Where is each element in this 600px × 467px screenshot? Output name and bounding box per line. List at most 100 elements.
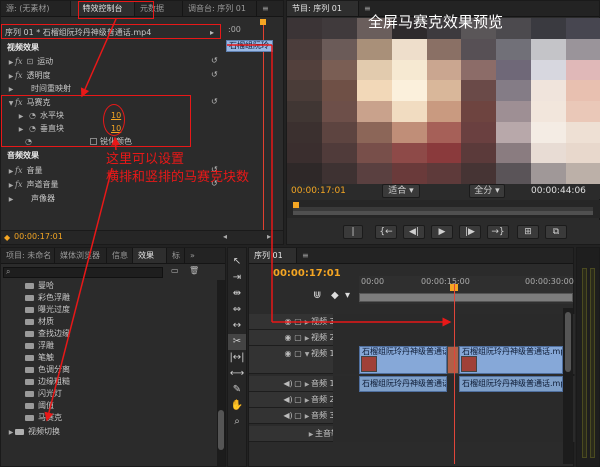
- fit-dropdown[interactable]: 适合 ▾: [382, 184, 420, 198]
- expand-triangle-icon[interactable]: ▶: [303, 315, 311, 331]
- tabs-overflow-icon[interactable]: »: [185, 248, 200, 263]
- effects-search-input[interactable]: ⌕: [3, 267, 163, 278]
- eye-icon[interactable]: ◉: [283, 314, 293, 330]
- track-master[interactable]: ▶ 主音轨: [249, 426, 339, 443]
- panel-menu-icon[interactable]: ≡: [297, 248, 314, 263]
- track-video-3[interactable]: ◉ ▢ ▶ 视频 3: [249, 314, 335, 331]
- expand-triangle-icon[interactable]: ▶: [7, 194, 15, 205]
- list-item[interactable]: 边缘粗糙: [25, 376, 70, 387]
- expand-triangle-icon[interactable]: ▶: [303, 377, 311, 393]
- slide-tool-icon[interactable]: ⟷: [228, 366, 246, 382]
- panel-menu-icon[interactable]: ≡: [257, 1, 274, 16]
- effect-row-motion[interactable]: ▶ fx ⊡ 运动: [1, 56, 283, 67]
- tab-media-browser[interactable]: 媒体浏览器: [55, 248, 107, 263]
- expand-triangle-icon[interactable]: ▶: [7, 71, 15, 82]
- timeline-scrollbar[interactable]: [563, 308, 573, 464]
- list-item[interactable]: 闪光灯: [25, 388, 62, 399]
- go-to-out-button[interactable]: →}: [487, 225, 509, 239]
- tab-source[interactable]: 源: (无素材): [1, 1, 71, 16]
- lock-icon[interactable]: ▢: [293, 330, 303, 346]
- timeline-clip-audio-2[interactable]: 石榴组阮玲丹神级普通话.mp4: [459, 376, 563, 392]
- mark-in-button[interactable]: |: [343, 225, 363, 239]
- reset-icon[interactable]: ↺: [211, 56, 218, 65]
- reset-icon[interactable]: ↺: [211, 97, 218, 106]
- go-to-in-button[interactable]: {←: [375, 225, 397, 239]
- project-scrollbar[interactable]: [217, 280, 225, 466]
- insert-button[interactable]: ⊞: [517, 225, 539, 239]
- track-audio-3[interactable]: ◀) ▢ ▶ 音频 3: [249, 408, 335, 425]
- expand-triangle-icon[interactable]: ▶: [7, 57, 15, 68]
- monitor-current-timecode[interactable]: 00:00:17:01: [291, 186, 346, 196]
- zoom-tool-icon[interactable]: ⌕: [228, 414, 246, 430]
- lock-icon[interactable]: ▢: [293, 346, 303, 362]
- timeline-clip-audio[interactable]: 石榴组阮玲丹神级普通话.mp4: [359, 376, 447, 392]
- slip-tool-icon[interactable]: |↔|: [228, 350, 246, 366]
- quality-dropdown[interactable]: 全分 ▾: [469, 184, 505, 198]
- snap-icon[interactable]: ⋓: [313, 290, 321, 301]
- list-item[interactable]: 马赛克: [25, 412, 62, 423]
- expand-triangle-icon[interactable]: ▶: [7, 84, 15, 95]
- speaker-icon[interactable]: ◀): [283, 392, 293, 408]
- scrubber-zoom-bar[interactable]: [293, 211, 593, 215]
- ripple-edit-tool-icon[interactable]: ⇹: [228, 286, 246, 302]
- footer-scroll-right-icon[interactable]: ▸: [267, 232, 271, 241]
- reset-icon[interactable]: ↺: [211, 70, 218, 79]
- razor-tool-icon[interactable]: ✂: [228, 334, 246, 350]
- track-video-1[interactable]: ◉ ▢ ▼ 视频 1: [249, 346, 335, 374]
- list-item[interactable]: 曝光过度: [25, 304, 70, 315]
- rate-stretch-tool-icon[interactable]: ↔: [228, 318, 246, 334]
- eye-icon[interactable]: ◉: [283, 330, 293, 346]
- expand-triangle-icon[interactable]: ▶: [7, 180, 15, 191]
- tab-effects[interactable]: 效果: [133, 248, 167, 263]
- eye-icon[interactable]: ◉: [283, 346, 293, 362]
- lock-icon[interactable]: ▢: [293, 392, 303, 408]
- lock-icon[interactable]: ▢: [293, 314, 303, 330]
- selection-tool-icon[interactable]: ↖: [228, 254, 246, 270]
- expand-triangle-icon[interactable]: ▶: [307, 427, 315, 443]
- tab-audio-mixer[interactable]: 调音台: 序列 01: [183, 1, 257, 16]
- list-item[interactable]: 材质: [25, 316, 54, 327]
- monitor-scrubber[interactable]: [287, 200, 600, 218]
- list-item[interactable]: 曼哈: [25, 280, 54, 291]
- step-forward-button[interactable]: |▶: [459, 225, 481, 239]
- video-preview[interactable]: [287, 18, 600, 184]
- pen-tool-icon[interactable]: ✎: [228, 382, 246, 398]
- expand-triangle-icon[interactable]: ▶: [303, 331, 311, 347]
- expand-triangle-icon[interactable]: ▶: [7, 427, 15, 438]
- track-audio-2[interactable]: ◀) ▢ ▶ 音频 2: [249, 392, 335, 409]
- project-scroll-thumb[interactable]: [218, 410, 224, 450]
- delete-icon[interactable]: 🗑: [189, 266, 199, 275]
- hand-tool-icon[interactable]: ✋: [228, 398, 246, 414]
- speaker-icon[interactable]: ◀): [283, 408, 293, 424]
- effect-row-time-remap[interactable]: ▶ 时间重映射: [1, 83, 283, 94]
- new-bin-icon[interactable]: ▭: [171, 266, 179, 275]
- list-item[interactable]: 浮雕: [25, 340, 54, 351]
- add-marker-icon[interactable]: ▾: [345, 290, 350, 301]
- track-select-tool-icon[interactable]: ⇥: [228, 270, 246, 286]
- scrubber-playhead-icon[interactable]: [293, 202, 299, 208]
- rolling-edit-tool-icon[interactable]: ⇔: [228, 302, 246, 318]
- speaker-icon[interactable]: ◀): [283, 376, 293, 392]
- list-item[interactable]: 色调分离: [25, 364, 70, 375]
- tab-sequence[interactable]: 序列 01: [249, 248, 297, 263]
- expand-triangle-icon[interactable]: ▶: [303, 409, 311, 425]
- work-area-bar[interactable]: [359, 293, 573, 302]
- lock-icon[interactable]: ▢: [293, 408, 303, 424]
- lock-icon[interactable]: ▢: [293, 376, 303, 392]
- tab-project[interactable]: 项目: 未命名: [1, 248, 55, 263]
- effect-row-opacity[interactable]: ▶ fx 透明度: [1, 70, 283, 81]
- effect-row-panner[interactable]: ▶ 声像器: [1, 193, 283, 204]
- timeline-timecode[interactable]: 00:00:17:01: [273, 268, 341, 279]
- tab-info[interactable]: 信息: [107, 248, 133, 263]
- expand-triangle-icon[interactable]: ▶: [7, 166, 15, 177]
- timeline-scroll-thumb[interactable]: [565, 312, 571, 372]
- list-item[interactable]: 阈值: [25, 400, 54, 411]
- marker-icon[interactable]: ◆: [331, 290, 339, 301]
- list-item[interactable]: 彩色浮雕: [25, 292, 70, 303]
- track-audio-1[interactable]: ◀) ▢ ▶ 音频 1: [249, 376, 335, 393]
- footer-scroll-left-icon[interactable]: ◂: [223, 232, 227, 241]
- play-button[interactable]: ▶: [431, 225, 453, 239]
- tab-more[interactable]: 标: [167, 248, 185, 263]
- expand-triangle-icon[interactable]: ▶: [303, 393, 311, 409]
- step-back-button[interactable]: ◀|: [403, 225, 425, 239]
